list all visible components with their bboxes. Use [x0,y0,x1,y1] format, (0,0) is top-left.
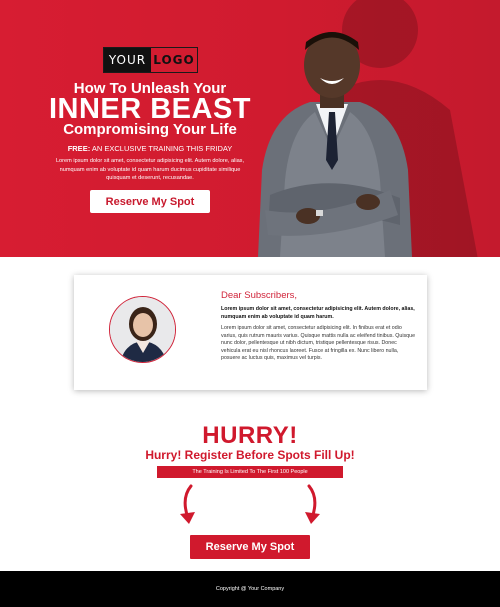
logo-text-your: YOUR [104,48,151,72]
hurry-heading: HURRY! [202,422,298,449]
hero-free-line: FREE: AN EXCLUSIVE TRAINING THIS FRIDAY [40,144,260,153]
footer: Copyright @ Your Company [0,571,500,607]
avatar [109,296,176,363]
reserve-spot-button[interactable]: Reserve My Spot [190,535,310,559]
logo[interactable]: YOUR LOGO [103,47,198,73]
curved-arrow-down-icon [305,484,320,524]
register-subheading: Hurry! Register Before Spots Fill Up! [145,448,355,462]
limited-banner: The Training Is Limited To The First 100… [157,466,343,478]
letter-body-text: Lorem ipsum dolor sit amet, consectetur … [221,325,416,361]
hero-section: YOUR LOGO How To Unleash Your INNER BEAS… [0,0,500,257]
logo-text-logo: LOGO [153,53,195,67]
hero-man-photo [258,32,412,257]
hero-title-line3: Compromising Your Life [63,121,237,138]
hero-description: Lorem ipsum dolor sit amet, consectetur … [55,158,245,181]
free-text: AN EXCLUSIVE TRAINING THIS FRIDAY [91,144,233,153]
woman-portrait [110,297,175,362]
letter-card: Dear Subscribers, Lorem ipsum dolor sit … [74,275,427,390]
free-label: FREE: [67,144,91,153]
letter-greeting: Dear Subscribers, [221,290,298,301]
reserve-spot-button-hero[interactable]: Reserve My Spot [90,190,210,213]
curved-arrow-down-icon [180,484,195,524]
letter-bold-text: Lorem ipsum dolor sit amet, consectetur … [221,306,415,320]
copyright-text: Copyright @ Your Company [215,586,285,592]
